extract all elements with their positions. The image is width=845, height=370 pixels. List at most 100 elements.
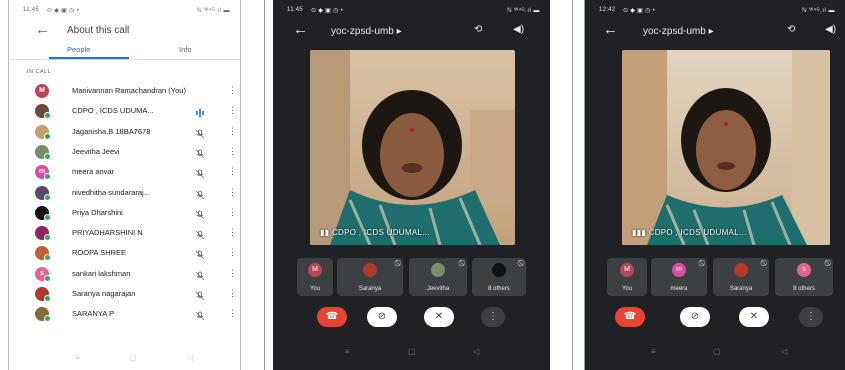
nav-home-icon[interactable]: ▢ [129, 353, 137, 362]
tile-avatar [363, 263, 377, 277]
participant-tile[interactable]: M You [297, 258, 333, 296]
mic-muted-icon [195, 288, 205, 301]
participant-row[interactable]: m meera anvar ⋮ [9, 163, 240, 183]
meeting-code[interactable]: yoc-zpsd-umb ▸ [331, 26, 402, 37]
speaker-icon[interactable]: ◀) [513, 24, 524, 36]
online-status-icon [44, 274, 51, 282]
participant-row[interactable]: Priya Dharshini ⋮ [9, 204, 240, 224]
online-status-icon [44, 112, 51, 120]
participant-avatar: m [35, 165, 51, 181]
participant-row[interactable]: Jaganisha.B 18BA7678 ⋮ [9, 123, 240, 143]
participant-more-icon[interactable]: ⋮ [228, 247, 237, 257]
tile-avatar [734, 263, 748, 277]
back-arrow-icon[interactable]: ← [35, 22, 50, 37]
participant-more-icon[interactable]: ⋮ [228, 166, 237, 176]
nav-back-icon[interactable]: ◁ [781, 347, 787, 356]
tile-label: Jeevitha [426, 286, 450, 292]
switch-camera-icon[interactable]: ⟲ [474, 24, 482, 36]
more-options-button[interactable]: ⋮ [799, 307, 823, 327]
participant-more-icon[interactable]: ⋮ [228, 207, 237, 217]
participant-tile[interactable]: s⃠8 others [775, 258, 833, 296]
participant-avatar [35, 205, 51, 221]
participant-row[interactable]: CDPO , ICDS UDUMA... ⋮ [9, 102, 240, 122]
camera-off-button[interactable]: ⊘ [367, 307, 397, 327]
tile-label: Saranya [358, 286, 382, 292]
participant-more-icon[interactable]: ⋮ [228, 187, 237, 197]
tile-avatar: M [620, 263, 634, 277]
status-signal-icons: ℕ ᵂ⁴ᴳ.ıl ▬ [801, 8, 835, 14]
online-status-icon [44, 132, 51, 140]
participant-avatar [35, 307, 51, 323]
video-name-label: ▮▮▮ CDPO , ICDS UDUMAL... [632, 228, 747, 237]
participant-tile[interactable]: M You [607, 258, 647, 296]
more-options-button[interactable]: ⋮ [481, 307, 505, 327]
participant-more-icon[interactable]: ⋮ [228, 146, 237, 156]
participant-row[interactable]: s sankari lakshman ⋮ [9, 265, 240, 285]
participant-row[interactable]: Saranya nagarajan ⋮ [9, 285, 240, 305]
mic-muted-icon [195, 187, 205, 199]
participant-row[interactable]: M Manivannan Ramachandran (You) ⋮ [9, 82, 240, 102]
participant-row[interactable]: SARANYA P ⋮ [9, 305, 240, 325]
participant-tile[interactable]: ⃠Saranya [713, 258, 769, 296]
participant-more-icon[interactable]: ⋮ [228, 85, 237, 95]
main-video-feed[interactable]: ▮▮ CDPO , ICDS UDUMAL... [310, 50, 515, 245]
participant-more-icon[interactable]: ⋮ [228, 105, 237, 115]
nav-back-icon[interactable]: ◁ [473, 347, 479, 356]
back-arrow-icon[interactable]: ← [603, 22, 618, 37]
mic-muted-icon [195, 268, 205, 280]
nav-recents-icon[interactable]: ≡ [75, 353, 80, 362]
participant-more-icon[interactable]: ⋮ [228, 126, 237, 136]
participant-row[interactable]: PRIYADHARSHINI N ⋮ [9, 224, 240, 244]
status-time: 12:42 [599, 7, 616, 13]
tab-people[interactable]: People [67, 45, 90, 54]
nav-recents-icon[interactable]: ≡ [651, 347, 656, 356]
switch-camera-icon[interactable]: ⟲ [787, 24, 795, 36]
online-status-icon [44, 173, 51, 181]
online-status-icon [44, 193, 51, 201]
participant-tile[interactable]: ⃠Saranya [337, 258, 403, 296]
participant-row[interactable]: Jeevitha Jeevi ⋮ [9, 143, 240, 163]
participant-name: PRIYADHARSHINI N [72, 228, 143, 238]
mic-muted-icon [195, 146, 205, 159]
participant-row[interactable]: ROOPA SHREE ⋮ [9, 244, 240, 264]
meeting-code[interactable]: yoc-zpsd-umb ▸ [643, 26, 714, 37]
status-bar: 11:45 ⊙ ◆ ▣ ◷ • ℕ ᵂ⁴ᴳ.ıl ▬ [9, 5, 240, 17]
participant-more-icon[interactable]: ⋮ [228, 288, 237, 298]
speaking-indicator-icon: ▮▮▮ [632, 228, 649, 237]
speaker-icon[interactable]: ◀) [825, 24, 836, 36]
tab-info[interactable]: Info [179, 45, 192, 54]
online-status-icon [44, 234, 51, 242]
participant-name: Jeevitha Jeevi [72, 146, 120, 156]
participant-row[interactable]: nivedhitha sundararaj... ⋮ [9, 184, 240, 204]
end-call-button[interactable]: ☎ [615, 307, 645, 327]
tile-label: You [621, 286, 633, 292]
camera-off-button[interactable]: ⊘ [680, 307, 710, 327]
participant-more-icon[interactable]: ⋮ [228, 308, 237, 318]
participant-avatar: s [35, 266, 51, 282]
mic-muted-icon [195, 247, 205, 260]
nav-home-icon[interactable]: ▢ [408, 347, 416, 356]
speaker-video-image [622, 50, 830, 245]
back-arrow-icon[interactable]: ← [293, 22, 308, 37]
nav-back-icon[interactable]: ◁ [187, 353, 193, 362]
participant-avatar: M [35, 84, 49, 98]
participant-avatar [35, 104, 51, 120]
end-call-button[interactable]: ☎ [317, 307, 347, 327]
participant-more-icon[interactable]: ⋮ [228, 227, 237, 237]
tile-label: You [309, 286, 321, 292]
participant-tile[interactable]: ⃠Jeevitha [409, 258, 467, 296]
participant-tile[interactable]: m⃠meera [651, 258, 707, 296]
mic-off-button[interactable]: ✕ [739, 307, 769, 327]
mic-off-button[interactable]: ✕ [424, 307, 454, 327]
participant-name: sankari lakshman [72, 268, 131, 278]
status-bar: 11:45 ⊙ ◆ ▣ ◷ • ℕ ᵂ⁴ᴳ.ıl ▬ [273, 5, 550, 17]
participant-tile[interactable]: ⃠8 others [472, 258, 526, 296]
participant-more-icon[interactable]: ⋮ [228, 268, 237, 278]
nav-recents-icon[interactable]: ≡ [345, 347, 350, 356]
online-status-icon [44, 152, 51, 160]
participant-avatar [35, 226, 51, 242]
tile-avatar: m [672, 263, 686, 277]
tile-label: 8 others [793, 286, 815, 292]
main-video-feed[interactable]: ▮▮▮ CDPO , ICDS UDUMAL... [622, 50, 830, 245]
nav-home-icon[interactable]: ▢ [713, 347, 721, 356]
